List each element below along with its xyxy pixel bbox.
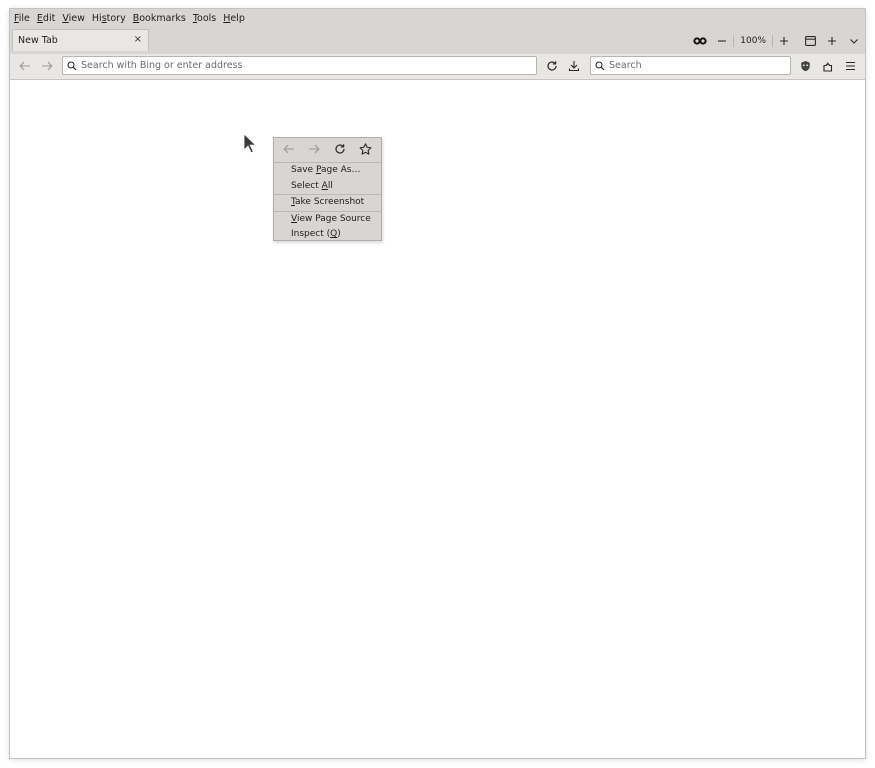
page-content[interactable] bbox=[10, 80, 865, 758]
tab-list-icon[interactable] bbox=[843, 30, 865, 52]
url-input[interactable] bbox=[81, 60, 536, 71]
zoom-level[interactable]: 100% bbox=[733, 35, 773, 47]
private-mask-icon[interactable] bbox=[689, 30, 711, 52]
zoom-out-icon[interactable] bbox=[711, 30, 733, 52]
menu-file[interactable]: File bbox=[14, 13, 30, 24]
tab-bar-toolbar: 100% bbox=[689, 28, 865, 54]
download-icon[interactable] bbox=[564, 56, 584, 76]
menu-bookmarks[interactable]: Bookmarks bbox=[133, 13, 186, 24]
back-icon[interactable] bbox=[15, 56, 35, 76]
menu-item-save-page-as[interactable]: Save Page As… bbox=[274, 163, 381, 179]
forward-icon[interactable] bbox=[37, 56, 57, 76]
search-icon bbox=[591, 60, 609, 71]
shield-icon[interactable] bbox=[795, 56, 815, 76]
sidebar-icon[interactable] bbox=[799, 30, 821, 52]
context-menu-nav bbox=[274, 138, 381, 163]
extensions-icon[interactable] bbox=[818, 56, 838, 76]
tab-new-tab[interactable]: New Tab × bbox=[12, 29, 149, 51]
menu-item-view-page-source[interactable]: View Page Source bbox=[274, 212, 381, 228]
menu-item-take-screenshot[interactable]: Take Screenshot bbox=[274, 195, 381, 211]
search-bar[interactable] bbox=[590, 56, 791, 75]
reload-icon[interactable] bbox=[334, 143, 346, 158]
menu-item-select-all[interactable]: Select All bbox=[274, 179, 381, 195]
menu-view[interactable]: View bbox=[62, 13, 85, 24]
navigation-toolbar bbox=[10, 54, 865, 80]
mouse-pointer-icon bbox=[243, 133, 257, 157]
browser-window: File Edit View History Bookmarks Tools H… bbox=[10, 9, 865, 758]
menu-help[interactable]: Help bbox=[223, 13, 245, 24]
back-icon[interactable] bbox=[283, 144, 295, 157]
reload-icon[interactable] bbox=[542, 56, 562, 76]
bookmark-star-icon[interactable] bbox=[359, 142, 372, 158]
tab-title: New Tab bbox=[18, 35, 58, 46]
menu-edit[interactable]: Edit bbox=[37, 13, 55, 24]
new-tab-icon[interactable] bbox=[821, 30, 843, 52]
menu-icon[interactable] bbox=[840, 56, 860, 76]
tab-bar: New Tab × 100% bbox=[10, 28, 865, 55]
menu-history[interactable]: History bbox=[92, 13, 126, 24]
address-bar[interactable] bbox=[62, 56, 537, 75]
zoom-in-icon[interactable] bbox=[773, 30, 795, 52]
menu-item-inspect[interactable]: Inspect (Q) bbox=[274, 227, 381, 243]
search-input[interactable] bbox=[609, 60, 790, 71]
menu-tools[interactable]: Tools bbox=[193, 13, 216, 24]
forward-icon[interactable] bbox=[308, 144, 320, 157]
menu-bar: File Edit View History Bookmarks Tools H… bbox=[10, 9, 865, 28]
tab-close-button[interactable]: × bbox=[134, 34, 142, 45]
context-menu: Save Page As… Select All Take Screenshot… bbox=[273, 137, 382, 241]
search-icon bbox=[63, 60, 81, 71]
